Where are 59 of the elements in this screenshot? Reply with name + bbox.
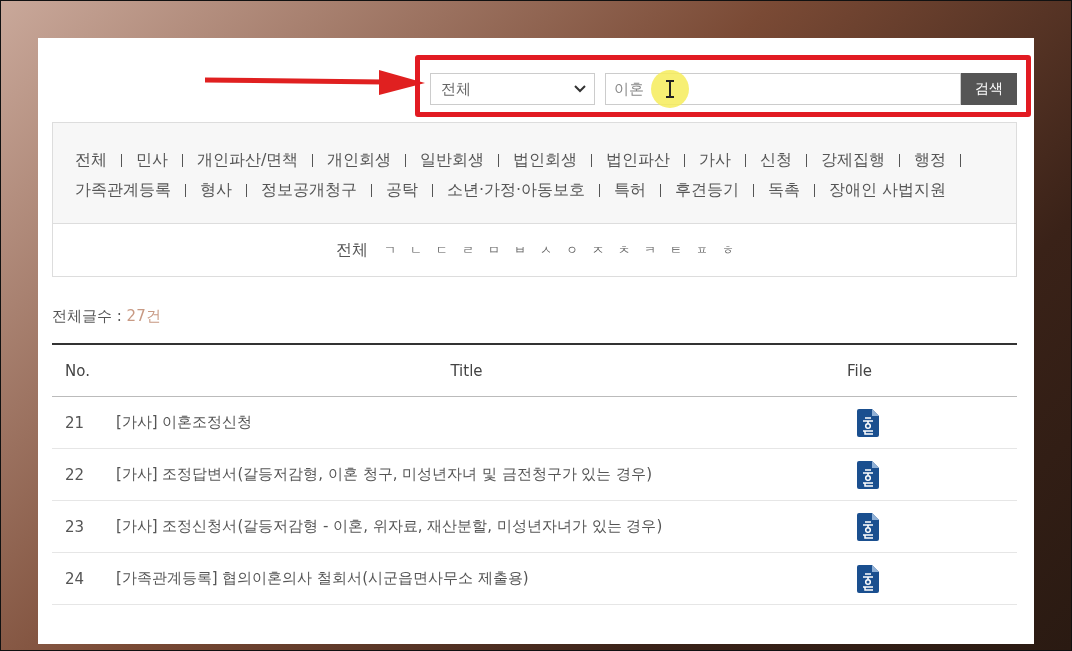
search-field[interactable]: 이혼 — [605, 73, 961, 105]
category-link[interactable]: 정보공개청구 — [261, 175, 357, 205]
index-link[interactable]: ㅂ — [513, 241, 526, 259]
category-link[interactable]: 가족관계등록 — [75, 175, 171, 205]
category-link[interactable]: 장애인 사법지원 — [829, 175, 947, 205]
document-file-icon[interactable] — [857, 512, 879, 541]
count-label: 전체글수 : — [52, 307, 122, 325]
index-link[interactable]: ㅋ — [643, 241, 656, 259]
index-link[interactable]: ㅈ — [591, 241, 604, 259]
category-link[interactable]: 개인회생 — [327, 145, 392, 175]
column-header: File — [846, 361, 874, 380]
category-link[interactable]: 일반회생 — [420, 145, 485, 175]
index-link[interactable]: ㄷ — [435, 241, 448, 259]
index-link[interactable]: ㅌ — [669, 241, 682, 259]
column-header: Title — [449, 361, 484, 380]
document-file-icon[interactable] — [857, 408, 879, 437]
chevron-down-icon — [574, 85, 586, 93]
category-link[interactable]: 소년·가정·아동보호 — [447, 175, 586, 205]
index-link[interactable]: ㅊ — [617, 241, 630, 259]
index-link[interactable]: ㅁ — [487, 241, 500, 259]
category-link[interactable]: 특허 — [614, 175, 647, 205]
category-link[interactable]: 행정 — [914, 145, 947, 175]
index-link[interactable]: ㄴ — [409, 241, 422, 259]
category-link[interactable]: 독촉 — [768, 175, 801, 205]
count-value: 27건 — [126, 307, 161, 325]
category-link[interactable]: 강제집행 — [821, 145, 886, 175]
index-link[interactable]: ㅎ — [721, 241, 734, 259]
search-button[interactable]: 검색 — [960, 73, 1017, 105]
cursor-highlight-icon — [650, 69, 690, 109]
title-link[interactable]: [가사] 이혼조정신청 — [116, 413, 817, 432]
document-file-icon[interactable] — [857, 564, 879, 593]
index-link[interactable]: ㅍ — [695, 241, 708, 259]
category-link[interactable]: 후견등기 — [675, 175, 740, 205]
category-link[interactable]: 민사 — [136, 145, 168, 175]
column-header: No. — [64, 361, 91, 380]
index-link[interactable]: ㅇ — [565, 241, 578, 259]
table-cell-text: 24 — [64, 569, 86, 588]
index-link[interactable]: 전체 — [335, 239, 368, 261]
category-link[interactable]: 형사 — [200, 175, 232, 205]
index-link[interactable]: ㅅ — [539, 241, 552, 259]
select-value: 전체 — [441, 79, 471, 99]
title-link[interactable]: [가사] 조정신청서(갈등저감형 - 이혼, 위자료, 재산분할, 미성년자녀가 있는 경우) — [116, 517, 817, 536]
table-cell-text: 21 — [64, 413, 86, 432]
index-link[interactable]: ㄱ — [383, 241, 396, 259]
search-value: 이혼 — [614, 79, 644, 99]
category-link[interactable]: 공탁 — [386, 175, 418, 205]
category-link[interactable]: 개인파산/면책 — [197, 145, 299, 175]
document-file-icon[interactable] — [857, 460, 879, 489]
table-cell-text: 22 — [64, 465, 86, 484]
title-link[interactable]: [가사] 조정답변서(갈등저감형, 이혼 청구, 미성년자녀 및 금전청구가 있는 경우) — [116, 465, 817, 484]
table-cell-text: 23 — [64, 517, 86, 536]
category-link[interactable]: 가사 — [699, 145, 732, 175]
category-link[interactable]: 신청 — [760, 145, 793, 175]
category-link[interactable]: 전체 — [75, 145, 107, 175]
title-link[interactable]: [가족관계등록] 협의이혼의사 철회서(시군읍면사무소 제출용) — [116, 569, 817, 588]
index-link[interactable]: ㄹ — [461, 241, 474, 259]
category-link[interactable]: 법인회생 — [513, 145, 578, 175]
scope-select[interactable]: 전체 — [430, 73, 595, 105]
category-link[interactable]: 법인파산 — [606, 145, 671, 175]
